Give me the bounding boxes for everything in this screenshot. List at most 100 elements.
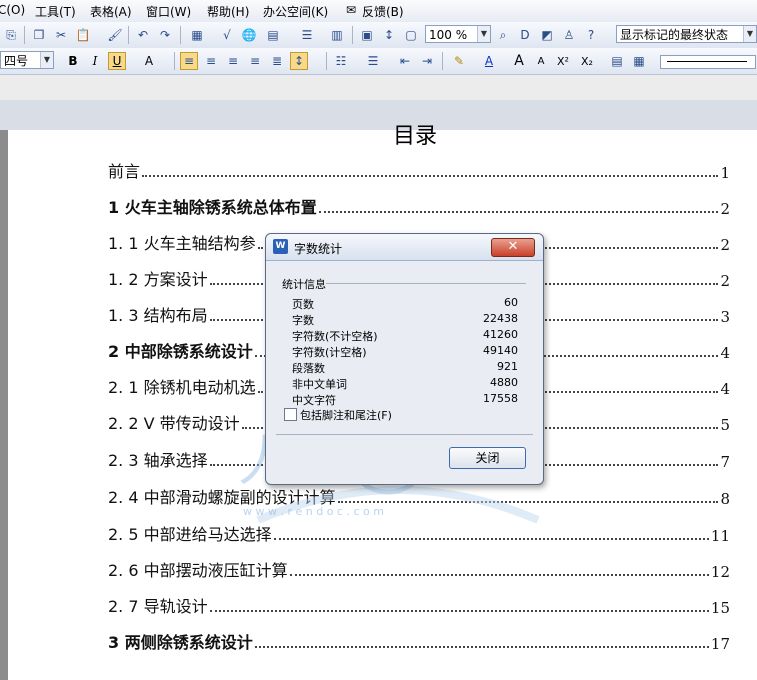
zoom-select[interactable]: 100 % ▼ (425, 25, 491, 43)
superscript-button[interactable]: X² (554, 52, 572, 70)
decrease-indent-icon[interactable]: ⇤ (396, 52, 414, 70)
redo-icon[interactable]: ↷ (156, 26, 174, 44)
app-icon: W (273, 239, 288, 254)
menu-format[interactable]: C(O) (0, 3, 25, 17)
stat-row: 页数 60 (292, 296, 518, 311)
toc-page-number: 2 (720, 236, 730, 254)
chevron-down-icon[interactable]: ▼ (40, 52, 53, 68)
stat-value: 17558 (483, 392, 518, 405)
close-button[interactable]: 关闭 (449, 447, 526, 469)
formatting-toolbar: 四号 ▼ B I U A ≡ ≡ ≡ ≡ ≣ ↕ ☷ ☰ ⇤ ⇥ ✎ A A A… (0, 48, 757, 75)
highlight-icon[interactable]: ✎ (450, 52, 468, 70)
toc-page-number: 2 (720, 272, 730, 290)
insert-table-icon[interactable]: ▦ (188, 26, 206, 44)
font-color-icon[interactable]: A (480, 52, 498, 70)
toc-page-number: 4 (720, 344, 730, 362)
toc-entry-text: 2. 2 V 带传动设计 (108, 414, 240, 433)
table-grid-icon[interactable]: ▤ (264, 26, 282, 44)
toc-entry[interactable]: 3 两侧除锈系统设计 17 (108, 631, 730, 653)
stat-value: 41260 (483, 328, 518, 341)
toc-page-number: 11 (710, 527, 730, 545)
cut-icon[interactable]: ✂ (52, 26, 70, 44)
bullet-list-icon[interactable]: ☰ (364, 52, 382, 70)
increase-indent-icon[interactable]: ⇥ (418, 52, 436, 70)
toc-leader-dots (142, 174, 719, 177)
menu-bar: C(O) 工具(T) 表格(A) 窗口(W) 帮助(H) 办公空间(K) ✉ 反… (0, 0, 757, 23)
menu-feedback[interactable]: 反馈(B) (362, 3, 404, 20)
dialog-title: 字数统计 (294, 242, 343, 256)
divider (276, 434, 533, 435)
numbered-list-icon[interactable]: ☷ (332, 52, 350, 70)
toc-entry-text: 1. 1 火车主轴结构参 (108, 234, 256, 253)
italic-button[interactable]: I (86, 52, 104, 70)
grow-font-button[interactable]: A (510, 52, 528, 70)
font-size-select[interactable]: 四号 ▼ (0, 51, 54, 69)
help-icon[interactable]: ? (582, 26, 600, 44)
hyperlink-icon[interactable]: 🌐 (240, 26, 258, 44)
subscript-button[interactable]: X₂ (578, 52, 596, 70)
dialog-title-bar[interactable]: W 字数统计 ✕ (266, 234, 543, 261)
border-style-select[interactable] (660, 55, 756, 69)
clipboard-icon[interactable]: 📋 (74, 26, 92, 44)
chevron-down-icon[interactable]: ▼ (743, 26, 756, 42)
menu-help[interactable]: 帮助(H) (207, 3, 249, 20)
toc-entry[interactable]: 1 火车主轴除锈系统总体布置 2 (108, 196, 730, 218)
reading-icon[interactable]: ▢ (402, 26, 420, 44)
undo-icon[interactable]: ↶ (134, 26, 152, 44)
shirt-icon[interactable]: ♙ (560, 26, 578, 44)
close-icon[interactable]: ✕ (491, 238, 535, 257)
bold-button[interactable]: B (64, 52, 82, 70)
columns-icon[interactable]: ☰ (298, 26, 316, 44)
toc-entry[interactable]: 2. 6 中部摆动液压缸计算 12 (108, 559, 730, 581)
styles-icon[interactable]: ▤ (608, 52, 626, 70)
toc-page-number: 5 (720, 416, 730, 434)
chevron-down-icon[interactable]: ▼ (477, 26, 490, 42)
toc-entry[interactable]: 前言 1 (108, 160, 730, 182)
divider (326, 283, 526, 284)
separator (326, 52, 327, 70)
menu-window[interactable]: 窗口(W) (146, 3, 191, 20)
formula-icon[interactable]: √ (218, 26, 236, 44)
include-notes-checkbox[interactable] (284, 408, 297, 421)
menu-tools[interactable]: 工具(T) (35, 3, 76, 20)
stat-row: 中文字符 17558 (292, 392, 518, 407)
format-painter-icon[interactable]: 🖌 (106, 26, 124, 44)
toc-leader-dots (289, 573, 709, 576)
char-shade-button[interactable]: A (140, 52, 158, 70)
stat-label: 字符数(不计空格) (292, 330, 378, 343)
menu-table[interactable]: 表格(A) (90, 3, 132, 20)
shrink-font-button[interactable]: A (532, 52, 550, 70)
copy-icon[interactable]: ❐ (30, 26, 48, 44)
toc-entry[interactable]: 2. 4 中部滑动螺旋副的设计计算 8 (108, 486, 730, 508)
border-icon[interactable]: ▦ (630, 52, 648, 70)
box-icon[interactable]: ◩ (538, 26, 556, 44)
stat-value: 921 (497, 360, 518, 373)
font-size-value: 四号 (4, 54, 29, 68)
toc-entry[interactable]: 2. 7 导轨设计 15 (108, 595, 730, 617)
chart-icon[interactable]: ▥ (328, 26, 346, 44)
toc-leader-dots (254, 645, 709, 648)
toc-entry-text: 1. 3 结构布局 (108, 306, 208, 325)
align-center-icon[interactable]: ≡ (202, 52, 220, 70)
stat-value: 49140 (483, 344, 518, 357)
markup-view-select[interactable]: 显示标记的最终状态 ▼ (616, 25, 757, 43)
toc-leader-dots (273, 537, 709, 540)
menu-feedback-icon[interactable]: ✉ (346, 3, 356, 17)
toc-entry[interactable]: 2. 5 中部进给马达选择 11 (108, 523, 730, 545)
include-notes-label[interactable]: 包括脚注和尾注(F) (300, 407, 392, 423)
binoculars-icon[interactable]: ⌕ (494, 26, 512, 44)
toc-entry-text: 1 火车主轴除锈系统总体布置 (108, 198, 317, 217)
zoom-value: 100 % (429, 28, 468, 42)
d-icon[interactable]: D (516, 26, 534, 44)
justify-icon[interactable]: ≡ (246, 52, 264, 70)
distribute-icon[interactable]: ≣ (268, 52, 286, 70)
align-right-icon[interactable]: ≡ (224, 52, 242, 70)
menu-office-space[interactable]: 办公空间(K) (263, 3, 328, 20)
paste-icon[interactable]: ⎘ (2, 26, 20, 44)
document-map-icon[interactable]: ▣ (358, 26, 376, 44)
show-marks-icon[interactable]: ↕ (380, 26, 398, 44)
line-spacing-icon[interactable]: ↕ (290, 52, 308, 70)
line-sample (667, 61, 747, 62)
underline-button[interactable]: U (108, 52, 126, 70)
align-left-icon[interactable]: ≡ (180, 52, 198, 70)
